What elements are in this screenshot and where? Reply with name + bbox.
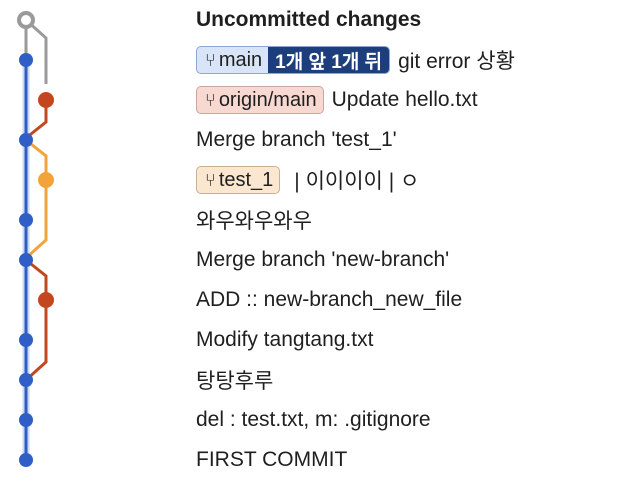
branch-badge-origin-main[interactable]: ⑂ origin/main bbox=[196, 86, 324, 114]
branch-name: main bbox=[218, 48, 263, 71]
commit-message: del : test.txt, m: .gitignore bbox=[196, 408, 431, 431]
commit-row-modify-tangtang[interactable]: Modify tangtang.txt bbox=[196, 322, 373, 358]
commit-message: Merge branch 'new-branch' bbox=[196, 248, 450, 271]
commit-row-uncommitted[interactable]: Uncommitted changes bbox=[196, 2, 421, 38]
node-main-head[interactable] bbox=[19, 53, 33, 67]
node-wow[interactable] bbox=[19, 213, 33, 227]
branch-icon: ⑂ bbox=[205, 89, 216, 110]
commit-message: FIRST COMMIT bbox=[196, 448, 348, 471]
branch-icon: ⑂ bbox=[205, 49, 216, 70]
node-merge-new-branch[interactable] bbox=[19, 253, 33, 267]
commit-row-tangtanghuru[interactable]: 탕탕후루 bbox=[196, 362, 273, 398]
branch-badge-test-1[interactable]: ⑂ test_1 bbox=[196, 166, 281, 194]
node-origin-main[interactable] bbox=[38, 92, 54, 108]
commit-row-add-new-branch-file[interactable]: ADD :: new-branch_new_file bbox=[196, 282, 462, 318]
commit-row-merge-new-branch[interactable]: Merge branch 'new-branch' bbox=[196, 242, 449, 278]
node-uncommitted[interactable] bbox=[17, 11, 35, 29]
node-test-1[interactable] bbox=[38, 172, 54, 188]
node-modify-tangtang[interactable] bbox=[19, 333, 33, 347]
commit-graph bbox=[17, 11, 54, 467]
node-tangtanghuru[interactable] bbox=[19, 373, 33, 387]
node-del-test[interactable] bbox=[19, 413, 33, 427]
ahead-behind-indicator: 1개 앞 1개 뒤 bbox=[268, 47, 390, 73]
commit-row-wow[interactable]: 와우와우와우 bbox=[196, 202, 312, 238]
branch-icon: ⑂ bbox=[205, 169, 216, 190]
commit-row-main[interactable]: ⑂ main 1개 앞 1개 뒤 git error 상황 bbox=[196, 42, 515, 78]
commit-message: 탕탕후루 bbox=[196, 370, 274, 393]
commit-message: Merge branch 'test_1' bbox=[196, 128, 397, 151]
commit-message: Update hello.txt bbox=[331, 88, 478, 111]
node-merge-test[interactable] bbox=[19, 133, 33, 147]
commit-message: | 이이이이 | ㅇ bbox=[294, 170, 420, 193]
branch-name: test_1 bbox=[218, 168, 274, 191]
commit-row-merge-test[interactable]: Merge branch 'test_1' bbox=[196, 122, 397, 158]
commit-message: Uncommitted changes bbox=[196, 8, 422, 31]
branch-badge-main[interactable]: ⑂ main 1개 앞 1개 뒤 bbox=[196, 46, 391, 74]
commit-message: ADD :: new-branch_new_file bbox=[196, 288, 463, 311]
node-first-commit[interactable] bbox=[19, 453, 33, 467]
commit-message: git error 상황 bbox=[398, 50, 515, 73]
commit-row-first-commit[interactable]: FIRST COMMIT bbox=[196, 442, 347, 478]
node-add-new-branch-file[interactable] bbox=[38, 292, 54, 308]
commit-row-del-test[interactable]: del : test.txt, m: .gitignore bbox=[196, 402, 431, 438]
commit-message: 와우와우와우 bbox=[196, 210, 312, 233]
commit-message: Modify tangtang.txt bbox=[196, 328, 374, 351]
branch-name: origin/main bbox=[218, 88, 317, 111]
commit-row-test-1[interactable]: ⑂ test_1 | 이이이이 | ㅇ bbox=[196, 162, 419, 198]
commit-row-origin-main[interactable]: ⑂ origin/main Update hello.txt bbox=[196, 82, 478, 118]
